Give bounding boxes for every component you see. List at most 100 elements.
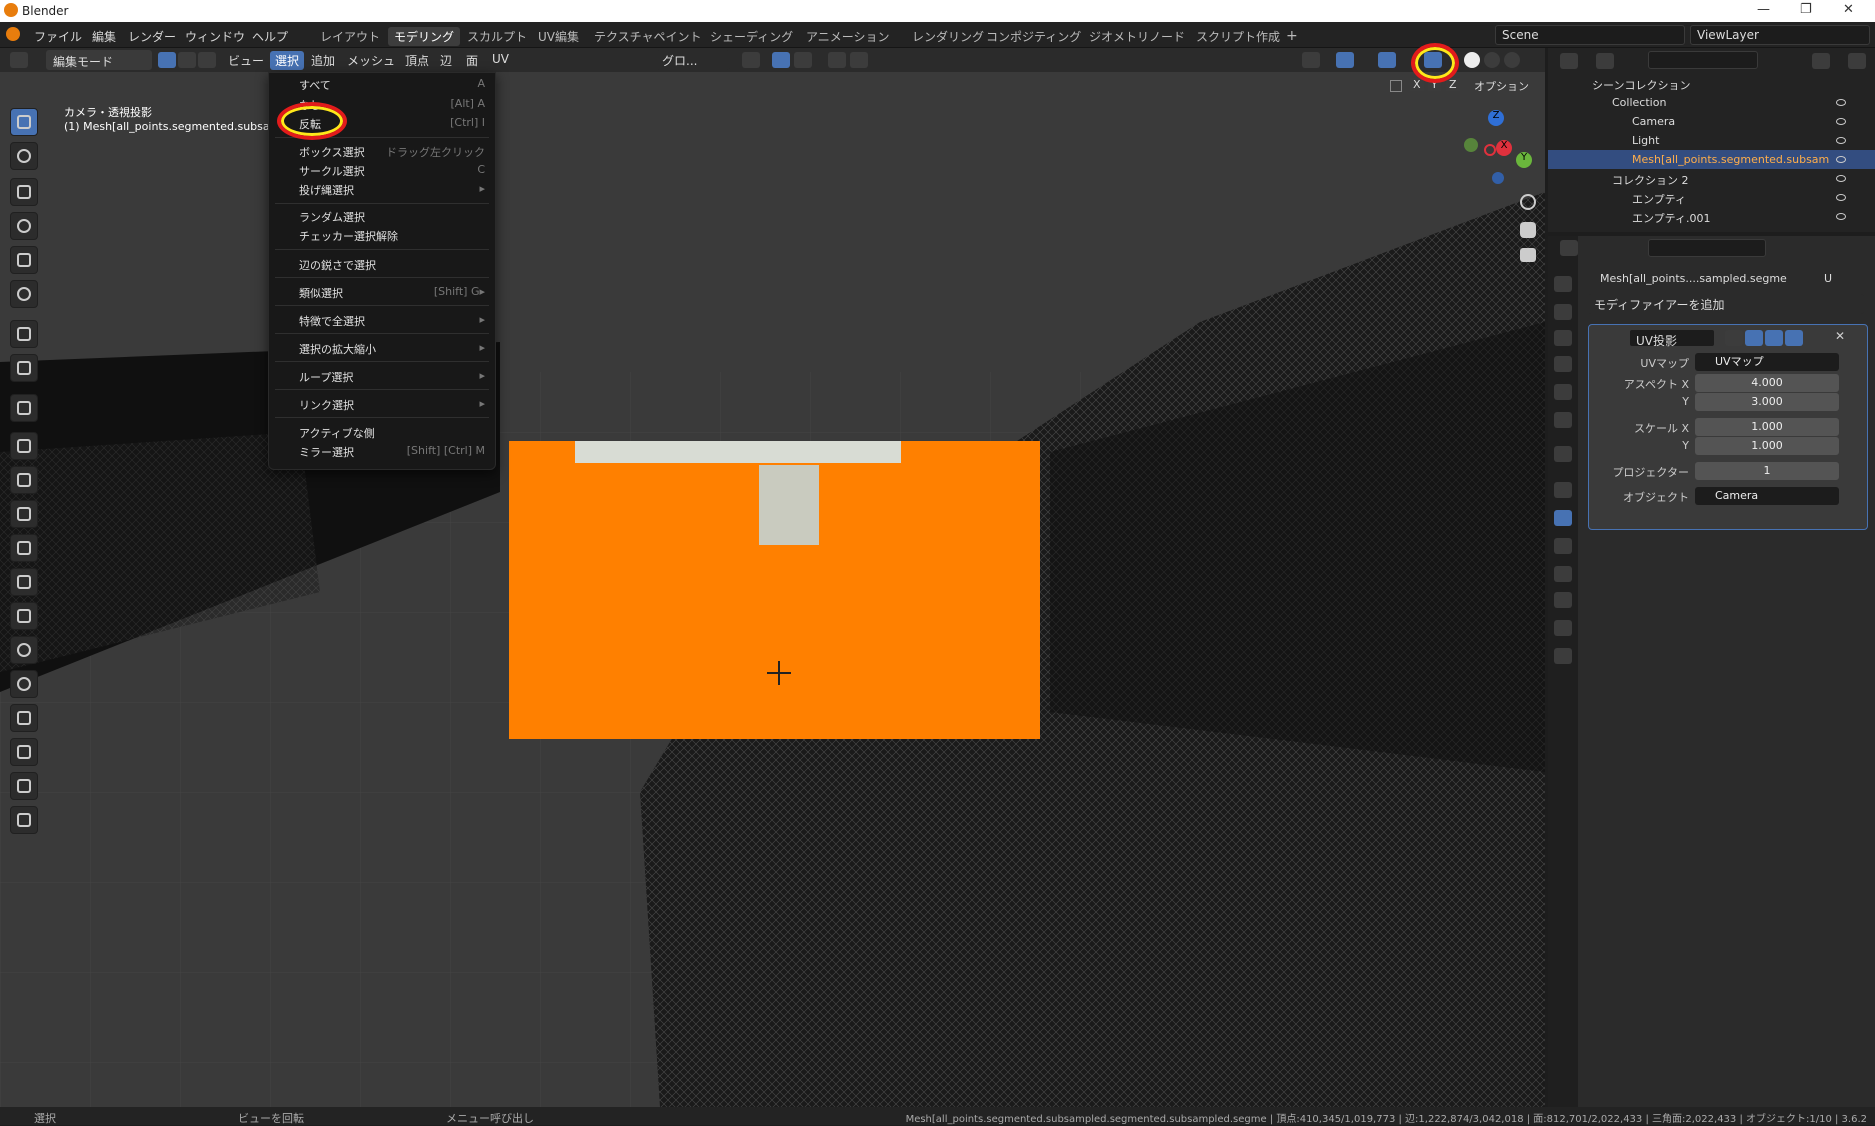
- mirror-z-toggle[interactable]: Z: [1446, 78, 1460, 91]
- menu-add[interactable]: 追加: [311, 52, 335, 69]
- outliner-row-camera[interactable]: Camera: [1548, 112, 1875, 131]
- inset-tool[interactable]: [10, 466, 38, 494]
- falloff-icon[interactable]: [850, 52, 868, 68]
- edit-mode-toggle-icon[interactable]: [1725, 330, 1743, 346]
- outliner-row-collection-2[interactable]: コレクション 2: [1548, 169, 1875, 188]
- gizmo-icon[interactable]: [1336, 52, 1354, 68]
- menu-help[interactable]: ヘルプ: [252, 28, 288, 45]
- 3d-cursor-icon[interactable]: [767, 661, 791, 685]
- add-workspace-button[interactable]: +: [1280, 27, 1304, 45]
- tab-uv-editing[interactable]: UV編集: [532, 27, 585, 46]
- outliner-editor-icon[interactable]: [1560, 53, 1578, 69]
- gizmo-z-axis[interactable]: Z: [1488, 110, 1504, 126]
- eye-icon[interactable]: [1836, 156, 1846, 163]
- properties-search[interactable]: [1648, 239, 1766, 257]
- smooth-tool[interactable]: [10, 670, 38, 698]
- tab-layout[interactable]: レイアウト: [314, 27, 386, 46]
- menu-item-checker-deselect[interactable]: チェッカー選択解除: [299, 228, 398, 244]
- minimize-button[interactable]: —: [1757, 2, 1770, 17]
- shrink-fatten-tool[interactable]: [10, 738, 38, 766]
- 3d-viewport[interactable]: カメラ・透視投影 (1) Mesh[all_points.segmented.s…: [0, 72, 1545, 1107]
- extrude-tool[interactable]: [10, 432, 38, 460]
- eye-icon[interactable]: [1836, 118, 1846, 125]
- menu-item-select-sharp-edges[interactable]: 辺の鋭さで選択: [299, 257, 376, 273]
- scale-tool[interactable]: [10, 246, 38, 274]
- loop-cut-tool[interactable]: [10, 534, 38, 562]
- tab-texture-paint[interactable]: テクスチャペイント: [588, 27, 708, 46]
- measure-tool[interactable]: [10, 354, 38, 382]
- selected-mesh-region[interactable]: [509, 441, 1040, 739]
- outliner-row-empty[interactable]: エンプティ: [1548, 188, 1875, 207]
- blender-menu-icon[interactable]: [6, 27, 20, 41]
- scale-x-field[interactable]: 1.000: [1695, 418, 1839, 436]
- new-collection-icon[interactable]: [1848, 53, 1866, 69]
- edge-select-icon[interactable]: [178, 52, 196, 68]
- gizmo-neg-y[interactable]: [1464, 138, 1478, 152]
- cage-toggle-icon[interactable]: [1745, 330, 1763, 346]
- gizmo-x-axis[interactable]: X: [1496, 140, 1512, 156]
- snap-icon[interactable]: [772, 52, 790, 68]
- outliner-row-mesh[interactable]: Mesh[all_points.segmented.subsam: [1548, 150, 1875, 169]
- viewlayer-selector[interactable]: ViewLayer: [1690, 25, 1870, 45]
- render-tab-icon[interactable]: [1554, 304, 1572, 320]
- aspect-y-field[interactable]: 3.000: [1695, 393, 1839, 411]
- menu-vertex[interactable]: 頂点: [405, 52, 429, 69]
- outliner-row-collection[interactable]: Collection: [1548, 93, 1875, 112]
- menu-item-select-all-by-trait[interactable]: 特徴で全選択: [299, 313, 365, 329]
- view-layer-tab-icon[interactable]: [1554, 356, 1572, 372]
- face-select-icon[interactable]: [198, 52, 216, 68]
- visibility-icon[interactable]: [1302, 52, 1320, 68]
- eye-icon[interactable]: [1836, 175, 1846, 182]
- menu-render[interactable]: レンダー: [128, 28, 176, 45]
- tab-modeling[interactable]: モデリング: [388, 27, 461, 46]
- data-tab-icon[interactable]: [1554, 620, 1572, 636]
- annotate-tool[interactable]: [10, 320, 38, 348]
- options-dropdown[interactable]: オプション: [1474, 78, 1529, 94]
- constraints-tab-icon[interactable]: [1554, 592, 1572, 608]
- add-cube-tool[interactable]: [10, 394, 38, 422]
- menu-item-select-all[interactable]: すべて: [299, 77, 331, 93]
- tab-compositing[interactable]: コンポジティング: [980, 27, 1087, 46]
- mirror-icon[interactable]: [1390, 80, 1402, 92]
- outliner-row-empty-001[interactable]: エンプティ.001: [1548, 207, 1875, 226]
- camera-view-icon[interactable]: [1520, 248, 1536, 262]
- physics-tab-icon[interactable]: [1554, 566, 1572, 582]
- outliner-row-light[interactable]: Light: [1548, 131, 1875, 150]
- eye-icon[interactable]: [1836, 213, 1846, 220]
- move-tool[interactable]: [10, 178, 38, 206]
- pan-hand-icon[interactable]: [1520, 222, 1536, 238]
- rotate-tool[interactable]: [10, 212, 38, 240]
- tab-sculpt[interactable]: スカルプト: [461, 27, 533, 46]
- tab-animation[interactable]: アニメーション: [800, 27, 896, 46]
- menu-window[interactable]: ウィンドウ: [185, 28, 245, 45]
- vertex-select-icon[interactable]: [158, 52, 176, 68]
- menu-uv[interactable]: UV: [492, 52, 509, 66]
- menu-select[interactable]: 選択: [270, 51, 305, 70]
- outliner-row-scene-collection[interactable]: シーンコレクション: [1548, 74, 1875, 93]
- menu-item-select-linked[interactable]: リンク選択: [299, 397, 354, 413]
- menu-item-select-mirror[interactable]: ミラー選択: [299, 444, 354, 460]
- object-tab-icon[interactable]: [1554, 482, 1572, 498]
- world-tab-icon[interactable]: [1554, 412, 1572, 428]
- remove-modifier-close-icon[interactable]: ✕: [1835, 329, 1845, 343]
- scene-selector[interactable]: Scene: [1495, 25, 1685, 45]
- shear-tool[interactable]: [10, 772, 38, 800]
- material-shading-icon[interactable]: [1484, 52, 1500, 68]
- pivot-icon[interactable]: [742, 52, 760, 68]
- solid-shading-icon[interactable]: [1464, 52, 1480, 68]
- gizmo-neg-z[interactable]: [1492, 172, 1504, 184]
- gizmo-neg-x[interactable]: [1484, 144, 1496, 156]
- maximize-button[interactable]: ❐: [1800, 2, 1812, 17]
- knife-tool[interactable]: [10, 568, 38, 596]
- scene-tab-icon[interactable]: [1554, 384, 1572, 400]
- uvmap-select[interactable]: UVマップ: [1695, 353, 1839, 371]
- material-tab-icon[interactable]: [1554, 648, 1572, 664]
- menu-item-random-select[interactable]: ランダム選択: [299, 209, 365, 225]
- display-mode-icon[interactable]: [1596, 53, 1614, 69]
- overlay-icon[interactable]: [1378, 52, 1396, 68]
- menu-item-select-loops[interactable]: ループ選択: [299, 369, 353, 385]
- menu-item-box-select[interactable]: ボックス選択: [299, 144, 365, 160]
- menu-file[interactable]: ファイル: [34, 28, 82, 45]
- tab-shading[interactable]: シェーディング: [704, 27, 799, 46]
- mode-selector[interactable]: 編集モード: [46, 50, 152, 70]
